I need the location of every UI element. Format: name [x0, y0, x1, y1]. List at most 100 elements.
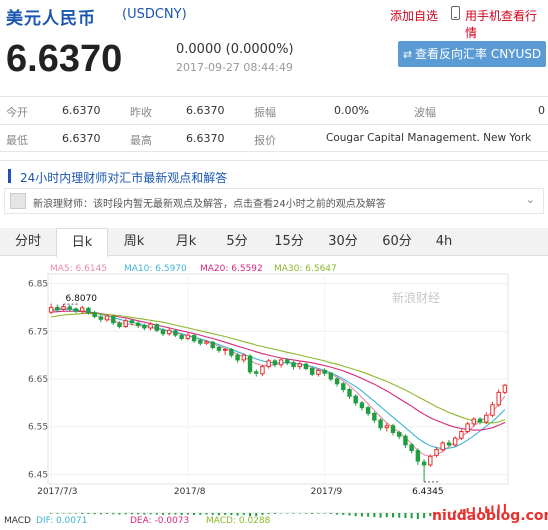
candle-body	[452, 437, 458, 446]
macd-bar	[273, 513, 276, 514]
stat-label: 最低	[6, 134, 28, 147]
stat-value: 0	[538, 104, 545, 117]
candle-body	[222, 348, 228, 351]
candle-body	[111, 315, 116, 324]
add-favorite-link[interactable]: 添加自选	[390, 7, 438, 24]
y-tick-label: 6.85	[28, 280, 48, 290]
current-price: 6.6370	[6, 38, 123, 80]
macd-bar	[186, 513, 189, 515]
tab-daily-k[interactable]: 日k	[56, 228, 108, 257]
extreme-value-label: 6.4345	[412, 487, 444, 497]
macd-bar	[168, 513, 171, 515]
y-tick-label: 6.65	[28, 375, 48, 385]
macd-bar	[416, 513, 419, 519]
candle-body	[384, 425, 389, 429]
candlestick-plot[interactable]: 6.85 6.75 6.65 6.55 6.45 2017/7/3 2017/8 2017/9…	[0, 258, 548, 530]
macd-bar	[50, 513, 53, 514]
candle-body	[185, 334, 191, 339]
macd-bar	[143, 513, 146, 515]
candle-body	[365, 407, 371, 414]
macd-bar	[217, 513, 220, 516]
macd-bar	[130, 513, 133, 515]
advisor-news-item[interactable]: 新浪理财师：该时段内暂无最新观点及解答，点击查看24小时之前的观点及解答 ⌄	[4, 188, 544, 214]
macd-bar	[267, 513, 270, 514]
tab-4h[interactable]: 4h	[424, 228, 464, 256]
macd-bar	[199, 513, 202, 515]
candle-body	[316, 369, 321, 375]
candle-body	[216, 347, 222, 351]
stats-row-2: 最低 6.6370 最高 6.6370 报价 Cougar Capital Ma…	[0, 124, 548, 152]
candle-body	[173, 330, 178, 336]
candle-body	[117, 322, 122, 327]
advisor-news-title[interactable]: 24小时内理财师对汇市最新观点和解答	[20, 169, 227, 186]
instrument-title: 美元人民币	[6, 9, 96, 29]
macd-dea: DEA: -0.0073	[130, 516, 190, 526]
macd-bar	[423, 513, 426, 519]
tab-60min[interactable]: 60分	[370, 228, 424, 256]
reverse-rate-button[interactable]: ⇄ 查看反向汇率 CNYUSD	[398, 41, 546, 67]
candle-body	[167, 329, 172, 335]
candle-body	[440, 442, 445, 451]
macd-bar	[429, 513, 432, 517]
tab-5min[interactable]: 5分	[212, 228, 262, 256]
macd-bar	[87, 513, 90, 514]
candle-body	[98, 316, 104, 320]
site-watermark: niudaoblog.com	[432, 508, 548, 524]
candle-body	[154, 324, 159, 331]
macd-bar	[193, 513, 196, 515]
stat-label: 报价	[254, 134, 276, 147]
x-tick-label: 2017/7/3	[37, 487, 77, 497]
candle-body	[459, 431, 464, 439]
quote-timestamp: 2017-09-27 08:44:49	[176, 61, 293, 74]
candle-body	[309, 368, 315, 375]
tab-intraday[interactable]: 分时	[0, 228, 56, 256]
candle-body	[191, 335, 197, 342]
candle-body	[79, 307, 85, 312]
macd-bar	[304, 513, 307, 514]
candle-body	[229, 348, 234, 356]
candle-body	[92, 312, 97, 317]
candle-body	[235, 354, 240, 361]
phone-icon[interactable]	[451, 6, 460, 20]
candle-body	[403, 435, 408, 446]
candle-body	[334, 378, 340, 385]
tab-30min[interactable]: 30分	[316, 228, 370, 256]
macd-bar	[99, 513, 102, 515]
candle-body	[322, 369, 327, 374]
tab-15min[interactable]: 15分	[262, 228, 316, 256]
tab-monthly-k[interactable]: 月k	[160, 228, 212, 256]
macd-bar	[180, 513, 183, 515]
candle-body	[285, 359, 290, 364]
macd-bar	[224, 513, 227, 515]
advisor-news-text: 新浪理财师：该时段内暂无最新观点及解答，点击查看24小时之前的观点及解答	[33, 199, 386, 210]
watermark-text: 新浪财经	[392, 290, 440, 305]
candle-body	[297, 363, 302, 368]
kline-chart[interactable]: MA5: 6.6145 MA10: 6.5970 MA20: 6.5592 MA…	[0, 258, 548, 530]
macd-bar	[62, 513, 65, 514]
stat-value: 6.6370	[62, 104, 101, 117]
candle-body	[67, 306, 72, 310]
candle-body	[135, 322, 141, 327]
advisor-avatar	[10, 193, 26, 209]
candle-body	[254, 371, 259, 374]
candle-body	[61, 305, 66, 310]
macd-bar	[323, 513, 326, 514]
macd-bar	[385, 513, 388, 518]
macd-bar	[280, 513, 283, 514]
candle-body	[421, 461, 427, 466]
stat-value: 6.6370	[186, 104, 225, 117]
quote-source: Cougar Capital Management. New York	[326, 132, 532, 144]
tab-weekly-k[interactable]: 周k	[108, 228, 160, 256]
ma-line-ma20	[51, 310, 506, 431]
price-change: 0.0000 (0.0000%)	[176, 42, 294, 57]
candle-body	[179, 335, 184, 339]
stat-label: 今开	[6, 106, 28, 119]
advisor-news-header: 24小时内理财师对汇市最新观点和解答	[0, 160, 548, 188]
candle-body	[397, 431, 402, 437]
macd-bar	[211, 513, 214, 515]
stat-value: 6.6370	[62, 132, 101, 145]
chevron-down-icon[interactable]: ⌄	[526, 193, 535, 206]
candle-body	[55, 306, 60, 311]
candle-body	[484, 414, 489, 423]
macd-bar	[404, 513, 407, 519]
